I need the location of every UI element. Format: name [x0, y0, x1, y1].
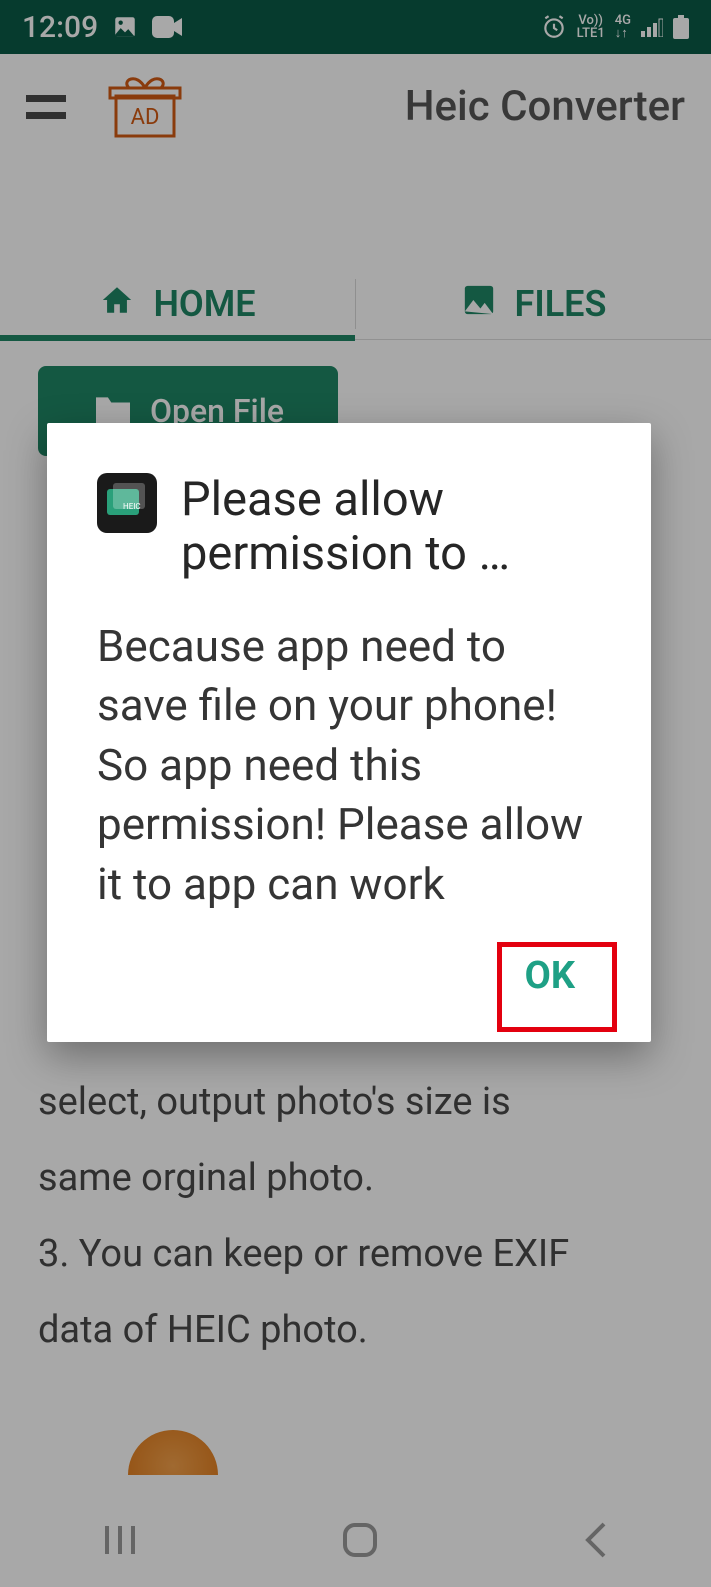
dialog-title: Please allow permission to … [181, 473, 601, 581]
dialog-body: Because app need to save file on your ph… [97, 617, 601, 914]
dialog-ok-button[interactable]: OK [499, 938, 601, 1014]
svg-text:HEIC: HEIC [123, 502, 141, 511]
permission-dialog: HEIC Please allow permission to … Becaus… [47, 423, 651, 1042]
app-icon: HEIC [97, 473, 157, 533]
